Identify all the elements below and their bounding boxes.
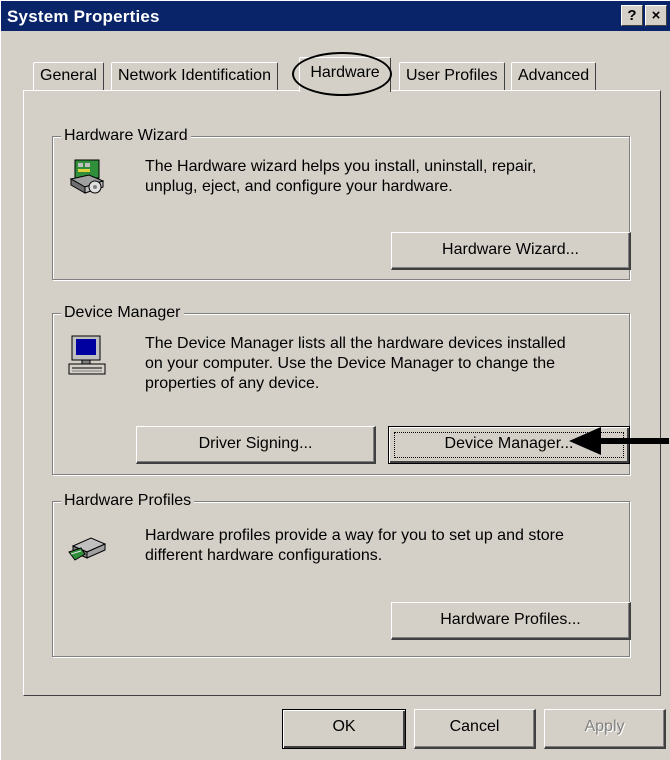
tab-advanced[interactable]: Advanced: [511, 62, 597, 90]
computer-icon: [68, 335, 106, 375]
description-line: The Hardware wizard helps you install, u…: [145, 158, 537, 175]
description-line: on your computer. Use the Device Manager…: [145, 355, 556, 372]
tab-user-profiles[interactable]: User Profiles: [399, 62, 505, 90]
button-label: Hardware Wizard...: [442, 241, 579, 258]
tab-label: User Profiles: [406, 67, 498, 84]
driver-signing-button[interactable]: Driver Signing...: [136, 426, 376, 464]
device-manager-description: The Device Manager lists all the hardwar…: [145, 334, 566, 394]
ok-button[interactable]: OK: [282, 709, 406, 749]
apply-button[interactable]: Apply: [544, 709, 666, 749]
tab-hardware[interactable]: Hardware: [292, 52, 392, 96]
tab-general[interactable]: General: [33, 62, 104, 90]
help-button[interactable]: ?: [621, 5, 643, 26]
system-properties-window: System Properties ? × General Network Id…: [0, 0, 670, 760]
tab-label: Network Identification: [118, 67, 271, 84]
hardware-wizard-button[interactable]: Hardware Wizard...: [391, 232, 631, 270]
button-label: Driver Signing...: [198, 435, 313, 452]
tab-label: Hardware: [310, 64, 380, 81]
description-line: different hardware configurations.: [145, 547, 383, 564]
group-label: Hardware Wizard: [61, 126, 191, 146]
description-line: Hardware profiles provide a way for you …: [145, 527, 564, 544]
hardware-profiles-group: Hardware Profiles Hardware profiles prov…: [52, 491, 631, 657]
description-line: The Device Manager lists all the hardwar…: [145, 335, 566, 352]
device-manager-group: Device Manager The Device Manager lists …: [52, 303, 630, 475]
button-label: OK: [332, 718, 356, 735]
button-label: Cancel: [449, 718, 500, 735]
description-line: unplug, eject, and configure your hardwa…: [145, 178, 453, 195]
description-line: properties of any device.: [145, 375, 320, 392]
tab-network-identification[interactable]: Network Identification: [111, 62, 278, 90]
hardware-profiles-button[interactable]: Hardware Profiles...: [391, 602, 631, 640]
annotation-arrow-icon: [569, 427, 669, 455]
button-label: Hardware Profiles...: [440, 611, 581, 628]
hardware-profiles-icon: [68, 537, 107, 561]
window-title: System Properties: [7, 7, 160, 26]
tab-label: Advanced: [518, 67, 590, 84]
close-button[interactable]: ×: [645, 5, 667, 26]
hardware-wizard-group: Hardware Wizard The Hardware wizard help…: [52, 126, 631, 280]
button-label: Apply: [584, 718, 625, 735]
hardware-profiles-description: Hardware profiles provide a way for you …: [145, 526, 564, 566]
group-label: Device Manager: [61, 303, 184, 323]
tab-label: General: [40, 67, 97, 84]
cancel-button[interactable]: Cancel: [414, 709, 536, 749]
hardware-wizard-description: The Hardware wizard helps you install, u…: [145, 157, 536, 197]
hardware-tab-panel: Hardware Wizard The Hardware wizard help…: [23, 90, 661, 696]
hardware-wizard-icon: [69, 159, 105, 194]
group-label: Hardware Profiles: [61, 491, 195, 511]
button-label: Device Manager...: [444, 435, 574, 452]
title-bar[interactable]: System Properties ? ×: [1, 1, 670, 31]
